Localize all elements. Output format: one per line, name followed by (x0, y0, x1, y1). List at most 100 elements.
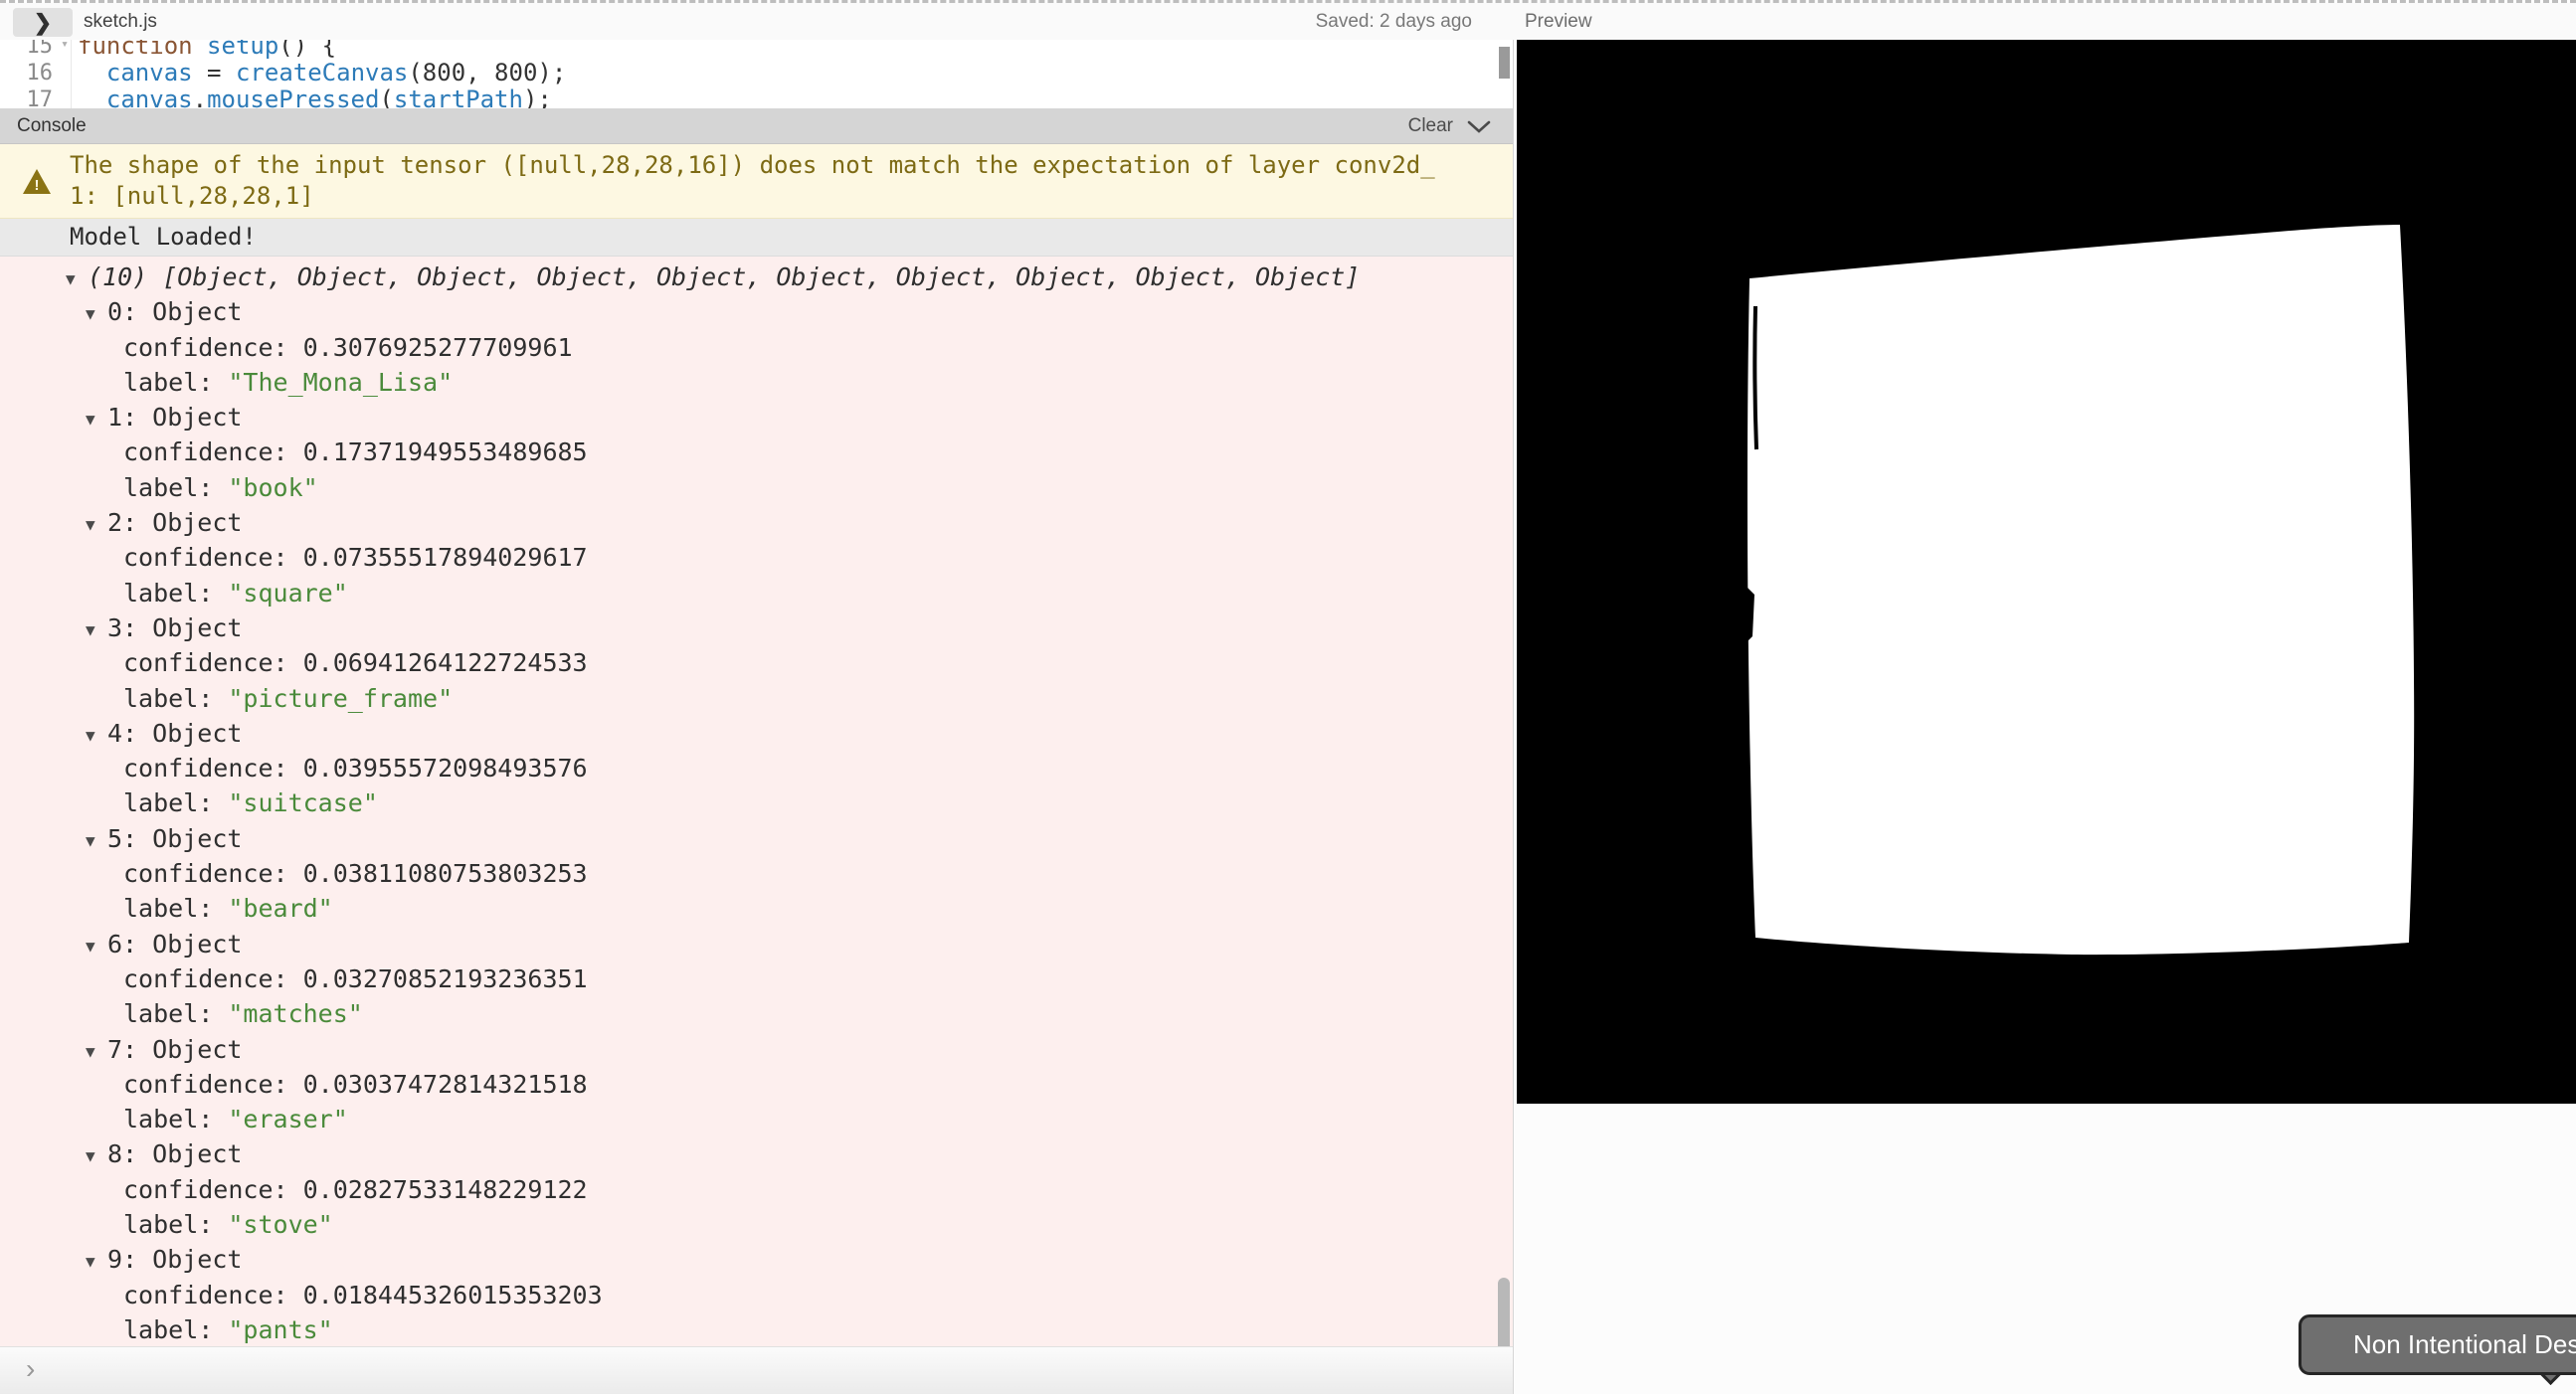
top-toolbar: ❯ sketch.js Saved: 2 days ago Preview (0, 3, 2576, 40)
confidence-key: confidence: (123, 648, 303, 677)
console-log-entries: ▼(10) [Object, Object, Object, Object, O… (0, 257, 1513, 1346)
object-index: 5: (107, 824, 152, 853)
object-expander-row[interactable]: ▼4: Object (0, 716, 1513, 751)
sidebar-expand-button[interactable]: ❯ (13, 8, 73, 37)
warning-exclamation-glyph: ! (23, 177, 51, 194)
label-row: ✕label: "eraser" (0, 1102, 1513, 1136)
object-type: Object (152, 930, 242, 958)
object-expander-row[interactable]: ▼8: Object (0, 1136, 1513, 1171)
label-value: "picture_frame" (228, 684, 453, 713)
preview-panel-title: Preview (1525, 11, 1592, 33)
console-input-row[interactable]: › (0, 1346, 1513, 1394)
console-clear-button[interactable]: Clear (1408, 115, 1453, 137)
confidence-key: confidence: (123, 1070, 303, 1099)
collapse-triangle-icon[interactable]: ▼ (86, 929, 107, 963)
confidence-value: 0.03955572098493576 (303, 754, 588, 783)
label-key: label: (123, 579, 228, 608)
confidence-key: confidence: (123, 437, 303, 466)
label-row: ✕label: "stove" (0, 1207, 1513, 1242)
label-key: label: (123, 473, 228, 502)
object-expander-row[interactable]: ▼1: Object (0, 400, 1513, 435)
confidence-row: confidence: 0.07355517894029617 (0, 540, 1513, 575)
object-expander-row[interactable]: ▼7: Object (0, 1032, 1513, 1067)
label-key: label: (123, 999, 228, 1028)
hover-tooltip: Non Intentional Des (2299, 1314, 2576, 1375)
chevron-right-icon: ❯ (34, 10, 52, 36)
confidence-row: confidence: 0.06941264122724533 (0, 645, 1513, 680)
label-row: ✕label: "suitcase" (0, 785, 1513, 820)
warning-line-1: The shape of the input tensor ([null,28,… (70, 151, 1435, 179)
collapse-triangle-icon[interactable]: ▼ (86, 1244, 107, 1279)
object-type: Object (152, 1139, 242, 1168)
collapse-triangle-icon[interactable]: ▼ (86, 296, 107, 331)
object-type: Object (152, 1035, 242, 1064)
window-top-dashed-border (0, 0, 2576, 3)
preview-pane (1515, 40, 2576, 1394)
code-editor[interactable]: 15▾ function setup() { 16 canvas = creat… (0, 40, 1513, 108)
fold-icon[interactable]: ▾ (61, 40, 69, 58)
confidence-row: confidence: 0.03037472814321518 (0, 1067, 1513, 1102)
editor-code-line[interactable]: 17 canvas.mousePressed(startPath); (0, 87, 1513, 108)
confidence-value: 0.07355517894029617 (303, 543, 588, 572)
console-object-entry: ▼7: Object confidence: 0.030374728143215… (0, 1032, 1513, 1137)
object-expander-row[interactable]: ▼2: Object (0, 505, 1513, 540)
label-row: ✕label: "matches" (0, 996, 1513, 1031)
console-object-entry: ▼2: Object confidence: 0.073555178940296… (0, 505, 1513, 610)
collapse-triangle-icon[interactable]: ▼ (86, 823, 107, 858)
label-value: "square" (228, 579, 347, 608)
console-warning-message: ! The shape of the input tensor ([null,2… (0, 144, 1513, 219)
object-index: 9: (107, 1245, 152, 1274)
label-key: label: (123, 788, 228, 817)
label-value: "The_Mona_Lisa" (228, 368, 453, 397)
label-row: ✕label: "book" (0, 470, 1513, 505)
console-object-entry: ▼8: Object confidence: 0.028275331482291… (0, 1136, 1513, 1242)
confidence-row: confidence: 0.018445326015353203 (0, 1278, 1513, 1312)
editor-scrollbar-thumb[interactable] (1499, 47, 1510, 79)
object-type: Object (152, 297, 242, 326)
code-text: canvas.mousePressed(startPath); (72, 87, 552, 108)
object-expander-row[interactable]: ▼3: Object (0, 610, 1513, 645)
p5-drawing-canvas[interactable] (1517, 40, 2576, 1104)
label-row: ✕label: "picture_frame" (0, 681, 1513, 716)
collapse-triangle-icon[interactable]: ▼ (86, 1034, 107, 1069)
collapse-triangle-icon[interactable]: ▼ (86, 507, 107, 542)
console-object-entry: ▼0: Object confidence: 0.307692527770996… (0, 294, 1513, 400)
collapse-triangle-icon[interactable]: ▼ (86, 612, 107, 647)
confidence-key: confidence: (123, 543, 303, 572)
collapse-triangle-icon[interactable]: ▼ (86, 718, 107, 753)
editor-code-line[interactable]: 15▾ function setup() { (0, 40, 1513, 60)
label-row: ✕label: "square" (0, 576, 1513, 610)
editor-lines: 15▾ function setup() { 16 canvas = creat… (0, 40, 1513, 108)
chevron-down-icon[interactable] (1467, 120, 1491, 139)
confidence-value: 0.3076925277709961 (303, 333, 573, 362)
object-type: Object (152, 1245, 242, 1274)
console-scrollbar-thumb[interactable] (1498, 1278, 1510, 1346)
console-object-entry: ▼1: Object confidence: 0.173719495534896… (0, 400, 1513, 505)
label-value: "eraser" (228, 1105, 347, 1133)
collapse-triangle-icon[interactable]: ▼ (66, 261, 88, 296)
object-expander-row[interactable]: ▼6: Object (0, 927, 1513, 961)
object-type: Object (152, 403, 242, 432)
line-number: 15 (27, 40, 54, 60)
object-expander-row[interactable]: ▼5: Object (0, 821, 1513, 856)
object-expander-row[interactable]: ▼0: Object (0, 294, 1513, 329)
confidence-key: confidence: (123, 1281, 303, 1309)
confidence-key: confidence: (123, 333, 303, 362)
collapse-triangle-icon[interactable]: ▼ (86, 1138, 107, 1173)
confidence-key: confidence: (123, 964, 303, 993)
object-index: 3: (107, 613, 152, 642)
console-output: ! The shape of the input tensor ([null,2… (0, 144, 1513, 1346)
confidence-key: confidence: (123, 859, 303, 888)
collapse-triangle-icon[interactable]: ▼ (86, 402, 107, 436)
confidence-key: confidence: (123, 1175, 303, 1204)
tab-sketch-js[interactable]: sketch.js (84, 11, 157, 33)
object-index: 7: (107, 1035, 152, 1064)
object-expander-row[interactable]: ▼9: Object (0, 1242, 1513, 1277)
label-value: "pants" (228, 1315, 332, 1344)
confidence-value: 0.06941264122724533 (303, 648, 588, 677)
object-type: Object (152, 613, 242, 642)
confidence-row: confidence: 0.03811080753803253 (0, 856, 1513, 891)
editor-code-line[interactable]: 16 canvas = createCanvas(800, 800); (0, 60, 1513, 87)
label-row: ✕label: "pants" (0, 1312, 1513, 1346)
confidence-value: 0.03270852193236351 (303, 964, 588, 993)
